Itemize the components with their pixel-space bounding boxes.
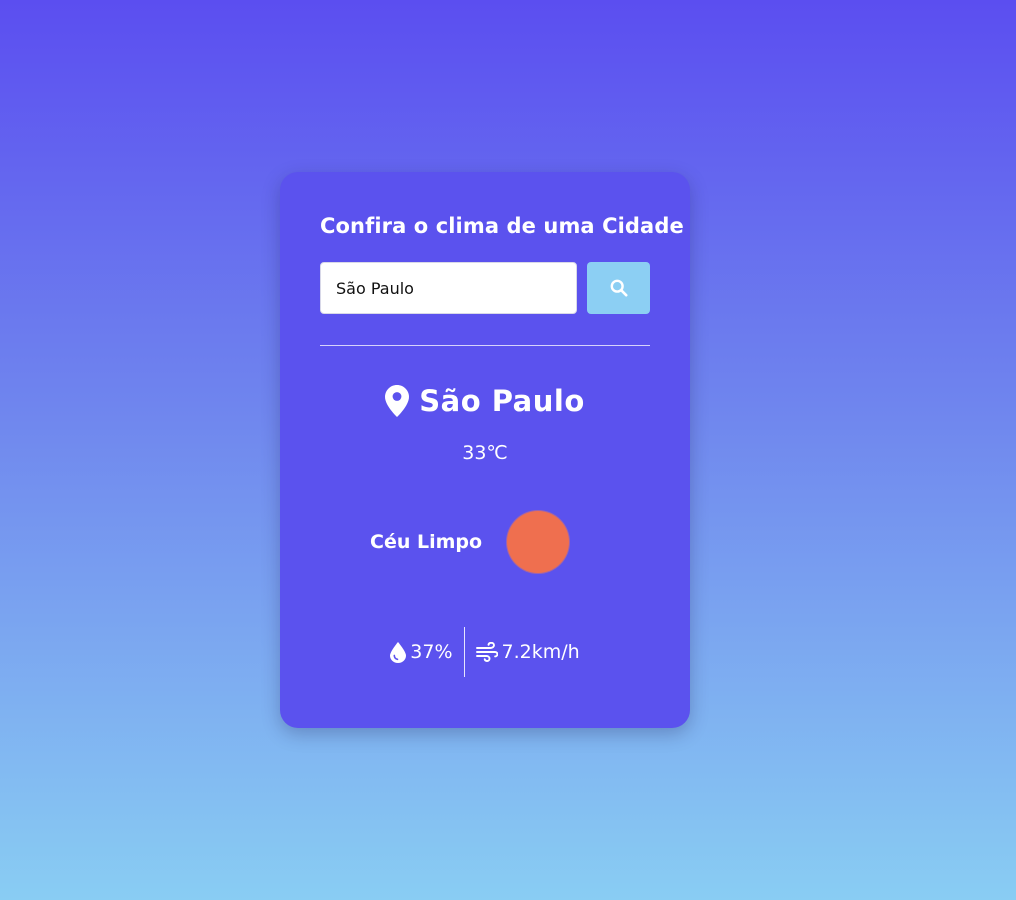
details-divider (463, 627, 465, 677)
weather-card: Confira o clima de uma Cidade São Paulo … (280, 172, 690, 728)
wind-detail: 7.2km/h (475, 641, 580, 663)
city-name: São Paulo (419, 384, 585, 418)
wind-value: 7.2km/h (501, 641, 580, 663)
city-search-input[interactable] (320, 262, 577, 314)
droplet-icon (390, 641, 407, 663)
wind-icon (475, 642, 498, 662)
weather-description-row: Céu Limpo (280, 510, 690, 574)
sun-icon (507, 511, 569, 573)
weather-description: Céu Limpo (370, 531, 483, 553)
city-header: São Paulo (280, 384, 690, 418)
location-pin-icon (385, 385, 410, 417)
temperature-value: 33℃ (462, 442, 508, 464)
page-title: Confira o clima de uma Cidade (320, 214, 684, 238)
search-button[interactable] (587, 262, 650, 314)
humidity-detail: 37% (390, 641, 453, 663)
weather-details: 37% 7.2km/h (280, 627, 690, 677)
humidity-value: 37% (410, 641, 453, 663)
section-divider (320, 345, 650, 346)
search-icon (610, 279, 628, 297)
